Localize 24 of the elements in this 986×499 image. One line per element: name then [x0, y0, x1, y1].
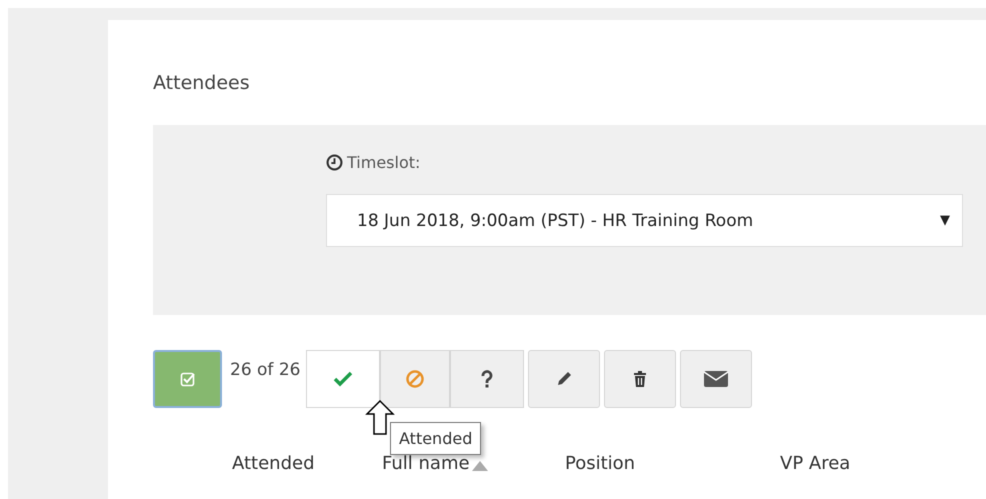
clock-icon [326, 154, 343, 171]
cursor-icon [365, 400, 395, 436]
section-title: Attendees [153, 71, 251, 96]
ban-icon [405, 369, 426, 389]
column-header[interactable]: Position [565, 453, 636, 474]
column-header[interactable]: Attended [232, 453, 315, 474]
email-button[interactable] [680, 350, 752, 408]
tooltip: Attended [390, 422, 482, 455]
ban-button[interactable] [380, 350, 450, 408]
envelope-icon [703, 370, 730, 388]
timeslot-label: Timeslot: [347, 153, 420, 172]
timeslot-select[interactable]: 18 Jun 2018, 9:00am (PST) - HR Training Room ▼ [326, 194, 963, 247]
checkbox-icon [180, 371, 196, 387]
column-header[interactable]: VP Area [780, 453, 850, 474]
selection-count: 26 of 26 [230, 360, 300, 380]
check-button[interactable] [306, 350, 380, 408]
select-all-button[interactable] [153, 350, 222, 408]
delete-button[interactable] [604, 350, 676, 408]
pencil-icon [555, 370, 574, 388]
trash-icon [632, 370, 648, 388]
question-icon [480, 370, 494, 388]
question-button[interactable] [450, 350, 524, 408]
column-header[interactable]: Full name [382, 453, 470, 474]
check-icon [333, 371, 354, 387]
